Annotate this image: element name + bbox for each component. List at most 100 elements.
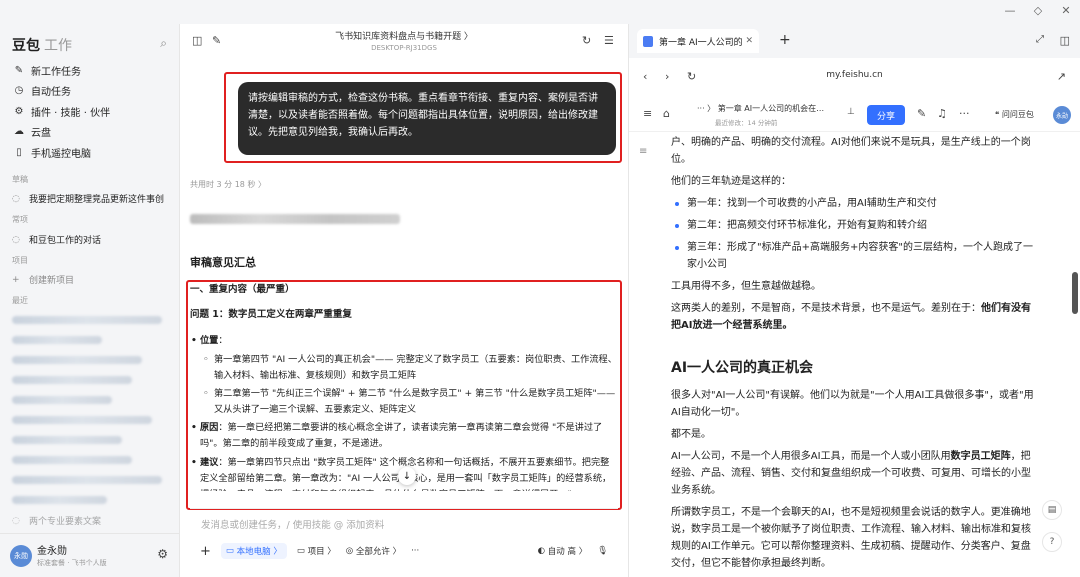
list-item: 第二年：把高频交付环节标准化，开始有复购和转介绍 [671,217,1039,234]
permission-chip[interactable]: ◎ 全部允许 〉 [346,545,401,557]
location-label: 位置 [200,335,219,346]
user-profile[interactable]: 永勋 金永勋 标准套餐 · 飞书个人版 ⚙ [0,533,180,577]
ask-doubao-button[interactable]: ❝ 问问豆包 [995,109,1034,120]
elapsed-time[interactable]: 共用时 3 分 18 秒 〉 [190,179,266,190]
breadcrumb[interactable]: ··· 〉 第一章 AI一人公司的机会在… [697,103,824,114]
list-item: 原因：第一章已经把第二章要讲的核心概念全讲了，读者读完第一章再读第二章会觉得 "… [190,420,618,452]
pin-icon[interactable]: ⊥ [847,107,855,117]
project-chip[interactable]: ▭ 项目 〉 [297,545,336,557]
search-icon[interactable]: ⌕ [160,36,167,51]
paragraph: 所谓数字员工，不是一个会聊天的AI，也不是短视频里会说话的数字人。更准确地说，数… [671,507,1031,569]
recent-item[interactable] [12,316,162,324]
url-text[interactable]: my.feishu.cn [629,70,1080,80]
section-heading: AI一人公司的真正机会 [671,360,814,376]
local-computer-chip[interactable]: ▭ 本地电脑 〉 [220,543,287,559]
recent-item[interactable] [12,376,132,384]
recent-item[interactable] [12,436,122,444]
sidebar-item-label: 新工作任务 [31,66,81,78]
chat-icon: ◌ [12,515,20,526]
recent-item[interactable] [12,496,107,504]
draft-item-label: 我要把定期整理竞品更新这件事创 [29,195,165,205]
app-window: — ◇ ✕ 豆包 工作 ⌕ ✎ 新工作任务 ◷ 自动任务 ⚙ 插件 · 技能 · 伙伴 … [0,0,1080,577]
avatar: 永勋 [10,545,32,567]
problem-heading: 问题 1：数字员工定义在两章严重重复 [190,309,352,320]
more-button[interactable]: ··· [411,546,419,556]
auto-mode-chip[interactable]: ◐ 自动 高 〉 [538,545,588,557]
tab-document[interactable]: 第一章 AI一人公司的 ✕ [637,29,759,53]
phone-icon: ▯ [16,146,22,158]
outline-toggle-icon[interactable]: ≡ [639,146,647,157]
paragraph: 他们的三年轨迹是这样的： [671,176,791,187]
recent-item-label: 两个专业要素文案 [29,517,102,527]
sidebar-item-auto-task[interactable]: ◷ 自动任务 [12,81,172,102]
blurred-text [190,214,400,224]
sidebar-item-cloud[interactable]: ☁ 云盘 [12,122,172,143]
document-panel: 第一章 AI一人公司的 ✕ + ⤢ ◫ ‹ › ↻ my.feishu.cn ↗ … [628,24,1080,577]
comment-icon[interactable]: ▤ [1042,500,1062,520]
edit-icon[interactable]: ✎ [917,107,926,120]
refresh-icon[interactable]: ↻ [582,34,591,47]
section-drafts: 草稿 [12,175,28,184]
open-external-icon[interactable]: ↗ [1057,70,1066,83]
composer: 发消息或创建任务，/ 使用技能 @ 添加资料 + ▭ 本地电脑 〉 ▭ 项目 〉… [190,508,618,568]
outline-icon[interactable]: ≡ [643,107,652,120]
title-bar: — ◇ ✕ [0,0,1080,24]
suggest-label: 建议 [200,457,219,468]
list-icon[interactable]: ☰ [604,34,614,47]
panel-toggle-icon[interactable]: ◫ [1060,34,1070,47]
recent-item[interactable] [12,476,162,484]
close-tab-icon[interactable]: ✕ [745,36,753,46]
review-content: 一、重复内容（最严重） 问题 1：数字员工定义在两章严重重复 位置： 第一章第四… [190,282,618,494]
paragraph: 这两类人的差别，不是智商，不是技术背景，也不是运气。差别在于：他们有没有把AI放… [671,300,1039,334]
add-button[interactable]: + [200,544,211,559]
share-button[interactable]: 分享 [867,105,905,125]
recent-item[interactable] [12,396,112,404]
common-item-label: 和豆包工作的对话 [29,236,102,246]
sidebar-item-new-task[interactable]: ✎ 新工作任务 [12,60,172,81]
user-message: 请按编辑审稿的方式，检查这份书稿。重点看章节衔接、重复内容、案例是否讲清楚，以及… [238,82,616,155]
sidebar-item-plugins[interactable]: ⚙ 插件 · 技能 · 伙伴 [12,101,172,122]
tab-title: 第一章 AI一人公司的 [659,37,743,48]
plugin-icon: ⚙ [14,105,24,117]
new-tab-icon[interactable]: + [779,32,791,48]
chat-header: ◫ ✎ 飞书知识库资料盘点与书籍开题 〉 DESKTOP-RJ31DGS ↻ ☰ [180,24,628,60]
brand: 豆包 工作 [12,35,72,55]
chat-title[interactable]: 飞书知识库资料盘点与书籍开题 〉 [180,29,628,42]
more-icon[interactable]: ··· [959,107,970,120]
recent-item[interactable] [12,336,102,344]
device-label: DESKTOP-RJ31DGS [371,44,437,52]
sidebar-item-phone-remote[interactable]: ▯ 手机遥控电脑 [12,142,172,163]
scrollbar[interactable] [1072,272,1078,314]
recent-item[interactable] [12,416,152,424]
recent-item-visible[interactable]: ◌ 两个专业要素文案 [12,514,172,528]
sidebar-item-label: 手机遥控电脑 [31,148,91,160]
close-window-button[interactable]: ✕ [1058,4,1074,17]
folder-icon: ▭ [296,546,308,556]
restore-button[interactable]: ◇ [1030,4,1046,17]
minimize-button[interactable]: — [1002,4,1018,17]
loading-icon: ◐ [537,546,548,556]
bell-icon[interactable]: ♫ [937,107,947,120]
clock-icon: ◷ [14,85,24,97]
message-input[interactable]: 发消息或创建任务，/ 使用技能 @ 添加资料 [201,517,384,531]
recent-item[interactable] [12,356,142,364]
expand-icon[interactable]: ⤢ [1036,34,1044,45]
settings-icon[interactable]: ⚙ [157,547,168,561]
reason-text: ：第一章已经把第二章要讲的核心概念全讲了，读者读完第一章再读第二章会觉得 "不是… [200,422,603,449]
location-colon: ： [218,335,228,346]
avatar[interactable]: 永勋 [1053,106,1071,124]
chat-icon: ◌ [12,234,20,245]
mic-icon[interactable]: 🎙 [597,546,608,556]
new-project-button[interactable]: + 创建新项目 [12,273,172,287]
scroll-down-icon[interactable]: ↓ [398,467,416,485]
draft-item[interactable]: ◌ 我要把定期整理竞品更新这件事创 [12,192,172,206]
shield-icon: ◎ [345,546,356,556]
chip-label: 项目 〉 [307,547,336,557]
brand-sub: 工作 [44,38,72,54]
recent-item[interactable] [12,456,132,464]
doc-icon [643,35,653,47]
help-icon[interactable]: ? [1042,532,1062,552]
review-heading: 审稿意见汇总 [190,256,256,269]
home-icon[interactable]: ⌂ [663,107,670,120]
common-item[interactable]: ◌ 和豆包工作的对话 [12,233,172,247]
